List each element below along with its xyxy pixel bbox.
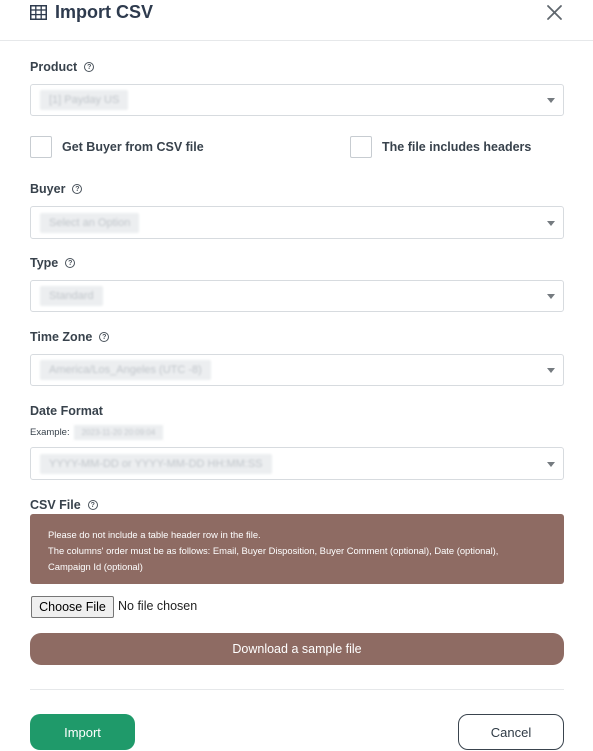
time-zone-select[interactable]: America/Los_Angeles (UTC -8) [30, 354, 564, 386]
import-csv-modal: Import CSV Product ? [1] Payday US Get B… [0, 0, 593, 751]
date-format-select-value: YYYY-MM-DD or YYYY-MM-DD HH:MM:SS [40, 453, 272, 474]
get-buyer-checkbox[interactable] [30, 136, 52, 158]
modal-header: Import CSV [0, 0, 593, 41]
close-icon[interactable] [546, 4, 563, 21]
date-format-example-value: 2023-11-20 20:09:04 [73, 425, 164, 440]
csv-info-line: The columns' order must be as follows: E… [48, 545, 499, 556]
question-circle-icon: ? [87, 500, 98, 510]
file-headers-checkbox-label[interactable]: The file includes headers [382, 140, 531, 154]
chevron-down-icon [547, 98, 555, 103]
type-label-text: Type [30, 256, 59, 270]
question-circle-icon: ? [72, 184, 83, 194]
cancel-button[interactable]: Cancel [458, 714, 564, 750]
type-select-value: Standard [40, 286, 103, 306]
date-format-example: Example: 2023-11-20 20:09:04 [30, 425, 164, 440]
import-button[interactable]: Import [30, 714, 135, 750]
modal-title: Import CSV [55, 2, 154, 22]
csv-info-box: Please do not include a table header row… [30, 514, 564, 584]
product-select[interactable]: [1] Payday US [30, 84, 564, 116]
type-label: Type ? [30, 256, 76, 270]
type-select[interactable]: Standard [30, 280, 564, 312]
date-format-select[interactable]: YYYY-MM-DD or YYYY-MM-DD HH:MM:SS [30, 447, 564, 480]
time-zone-label-text: Time Zone [30, 330, 93, 344]
get-buyer-checkbox-label[interactable]: Get Buyer from CSV file [62, 140, 204, 154]
product-label: Product ? [30, 60, 95, 74]
buyer-select[interactable]: Select an Option [30, 206, 564, 239]
date-format-label-text: Date Format [30, 404, 103, 418]
chevron-down-icon [547, 461, 555, 467]
csv-file-label: CSV File ? [30, 498, 98, 512]
date-format-example-label: Example: [30, 427, 70, 438]
file-status-text: No file chosen [118, 599, 198, 613]
file-headers-checkbox[interactable] [350, 136, 372, 158]
product-select-value: [1] Payday US [40, 90, 129, 110]
buyer-label: Buyer ? [30, 182, 83, 196]
date-format-label: Date Format [30, 404, 103, 418]
chevron-down-icon [547, 368, 555, 373]
choose-file-button[interactable]: Choose File [31, 596, 114, 618]
csv-file-label-text: CSV File [30, 498, 81, 512]
time-zone-label: Time Zone ? [30, 330, 110, 344]
chevron-down-icon [547, 294, 555, 299]
table-grid-icon [30, 5, 47, 20]
footer-divider [30, 689, 564, 690]
question-circle-icon: ? [99, 332, 110, 342]
product-label-text: Product [30, 60, 78, 74]
chevron-down-icon [547, 220, 555, 226]
time-zone-select-value: America/Los_Angeles (UTC -8) [40, 360, 211, 380]
question-circle-icon: ? [84, 62, 95, 72]
download-sample-button[interactable]: Download a sample file [30, 633, 564, 665]
buyer-select-value: Select an Option [40, 212, 140, 233]
csv-info-line: Please do not include a table header row… [48, 529, 261, 540]
buyer-label-text: Buyer [30, 182, 66, 196]
question-circle-icon: ? [65, 258, 76, 268]
csv-info-line: Campaign Id (optional) [48, 561, 143, 572]
